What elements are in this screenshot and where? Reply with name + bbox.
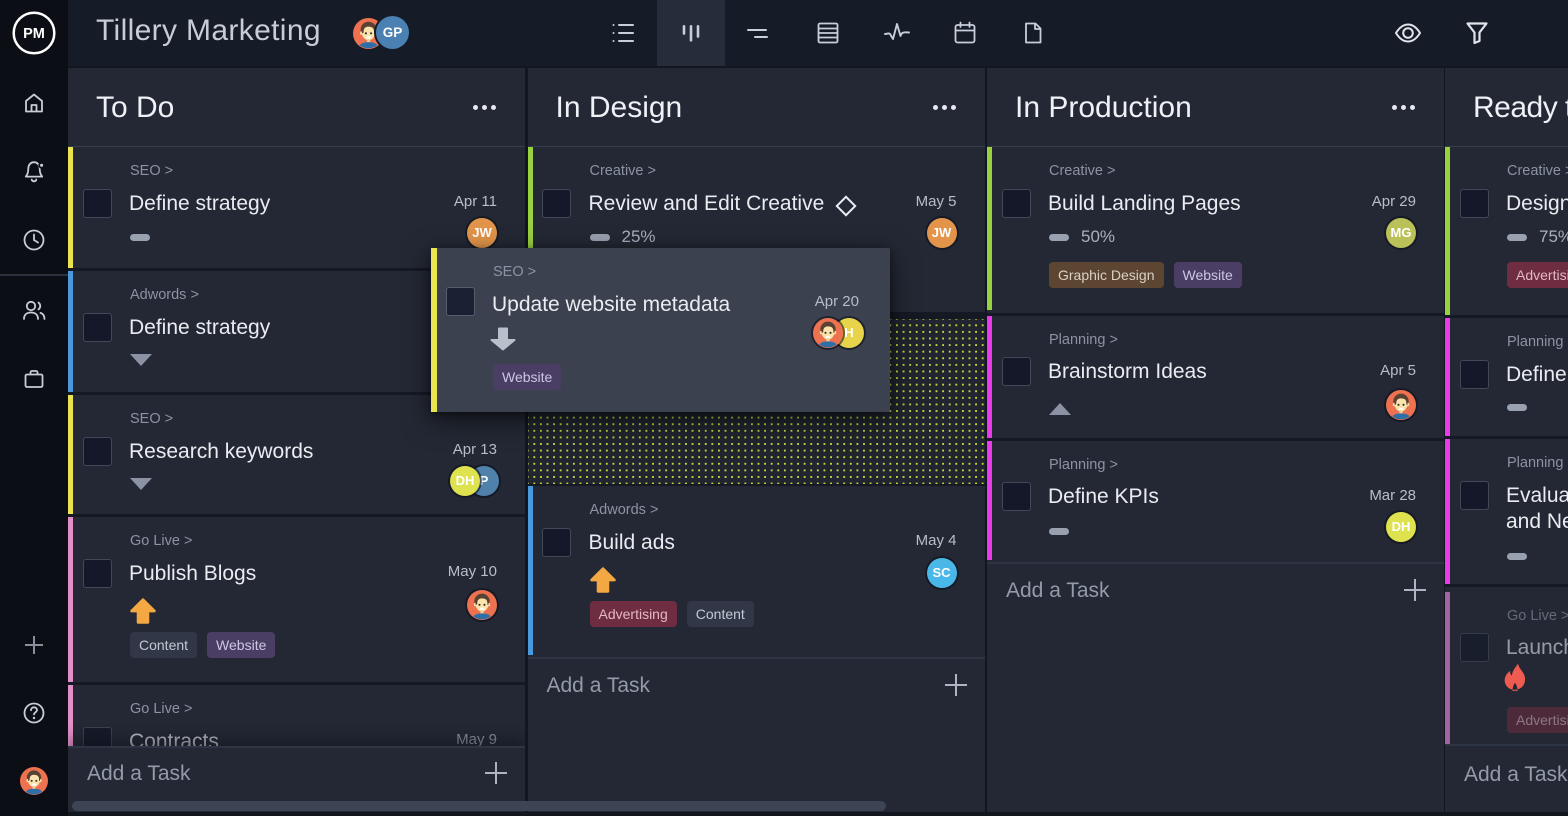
svg-text:PM: PM bbox=[23, 26, 45, 42]
